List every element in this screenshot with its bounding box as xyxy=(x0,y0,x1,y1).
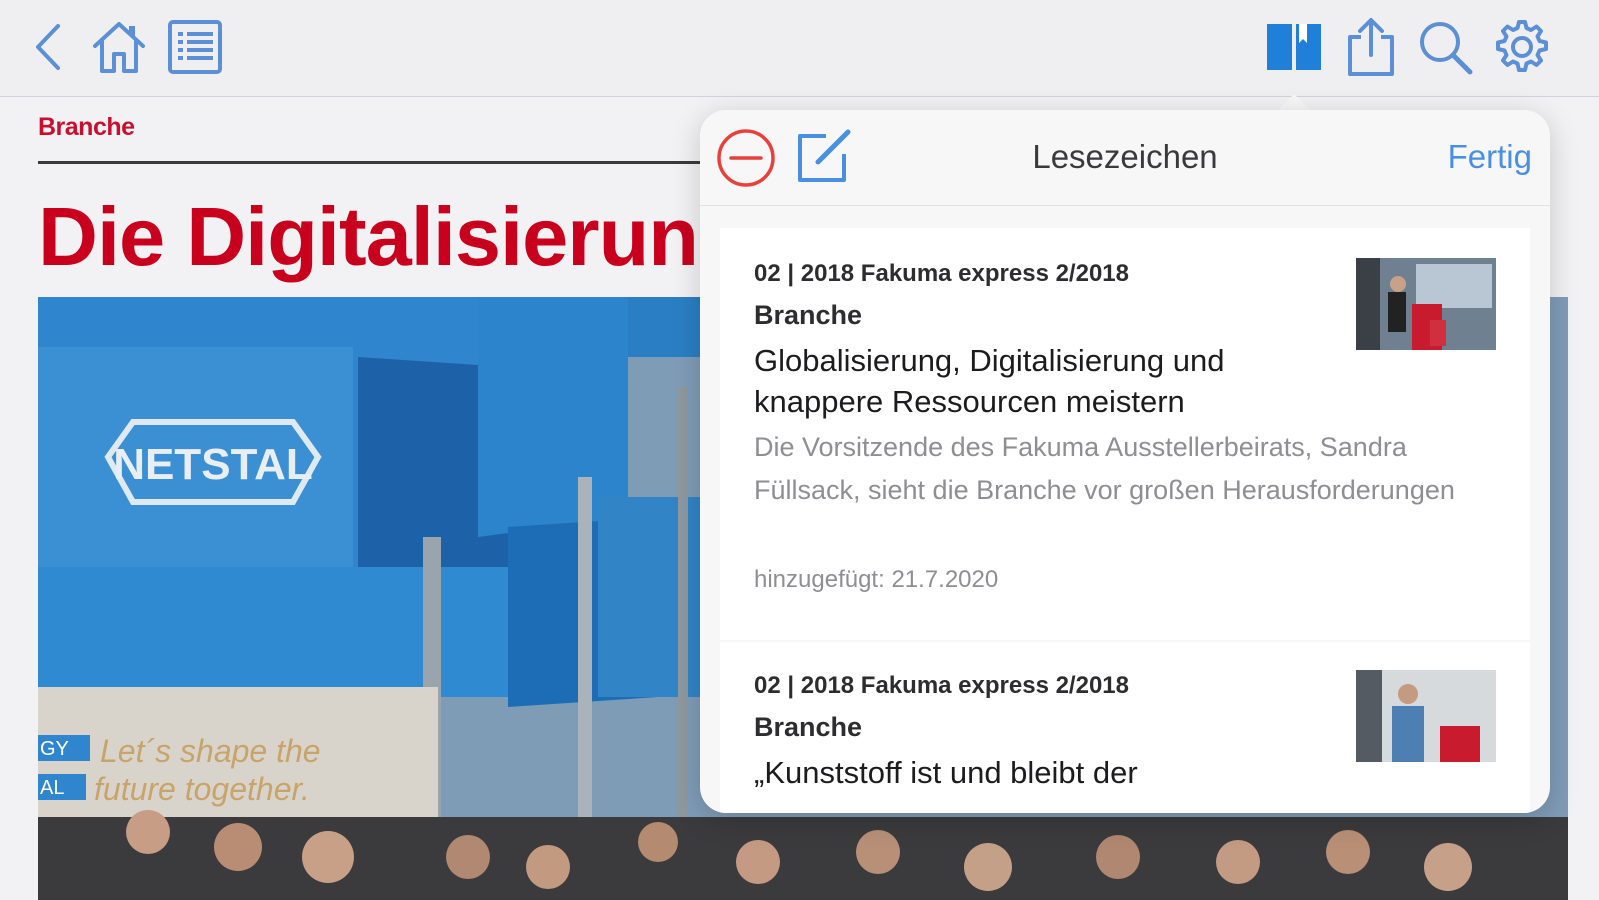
popover-title: Lesezeichen xyxy=(1032,138,1218,175)
done-button[interactable]: Fertig xyxy=(1448,138,1532,176)
bookmark-category: Branche xyxy=(754,712,863,742)
article-section-label: Branche xyxy=(38,113,135,141)
home-icon xyxy=(93,22,145,73)
slogan-line-2: future together. xyxy=(94,771,310,807)
settings-icon xyxy=(1496,20,1548,72)
bookmarks-popover: Lesezeichen Fertig 02 | 2018 Fakuma expr… xyxy=(700,110,1550,813)
side-text-2: AL xyxy=(40,777,64,799)
top-toolbar xyxy=(0,0,1599,97)
speaker-photo-image xyxy=(1356,670,1496,762)
share-button[interactable] xyxy=(1342,14,1400,80)
bookmark-description: Die Vorsitzende des Fakuma Ausstellerbei… xyxy=(754,432,1455,505)
bookmark-list: 02 | 2018 Fakuma express 2/2018 Branche … xyxy=(720,228,1530,813)
bookmark-thumbnail xyxy=(1356,258,1496,350)
back-icon xyxy=(36,24,60,70)
bookmark-title: „Kunststoff ist und bleibt der xyxy=(754,755,1138,790)
search-button[interactable] xyxy=(1414,14,1476,80)
settings-button[interactable] xyxy=(1490,14,1554,80)
search-icon xyxy=(1420,22,1473,75)
divider xyxy=(38,161,738,164)
slogan-line-1: Let´s shape the xyxy=(100,733,321,769)
booth-logo-text: NETSTAL xyxy=(113,440,313,489)
popover-header: Lesezeichen Fertig xyxy=(700,110,1550,206)
contents-list-icon xyxy=(168,20,222,74)
bookmark-title: Globalisierung, Digitalisierung und knap… xyxy=(754,343,1225,419)
bookmark-added-date: hinzugefügt: 21.7.2020 xyxy=(754,566,999,593)
bookmark-issue: 02 | 2018 Fakuma express 2/2018 xyxy=(754,672,1129,699)
home-button[interactable] xyxy=(90,14,148,80)
bookmark-item[interactable]: 02 | 2018 Fakuma express 2/2018 Branche … xyxy=(720,228,1530,640)
bookmarks-icon xyxy=(1267,24,1321,70)
bookmarks-button[interactable] xyxy=(1262,14,1326,80)
contents-button[interactable] xyxy=(166,14,224,80)
article-headline: Die Digitalisierung xyxy=(38,190,749,283)
share-icon xyxy=(1348,18,1394,76)
bookmark-category: Branche xyxy=(754,300,863,330)
bookmark-issue: 02 | 2018 Fakuma express 2/2018 xyxy=(754,260,1129,287)
side-text-1: GY xyxy=(40,738,69,760)
speaker-photo-image xyxy=(1356,258,1496,350)
bookmark-thumbnail xyxy=(1356,670,1496,762)
back-button[interactable] xyxy=(22,14,72,80)
bookmark-item[interactable]: 02 | 2018 Fakuma express 2/2018 Branche … xyxy=(720,642,1530,813)
